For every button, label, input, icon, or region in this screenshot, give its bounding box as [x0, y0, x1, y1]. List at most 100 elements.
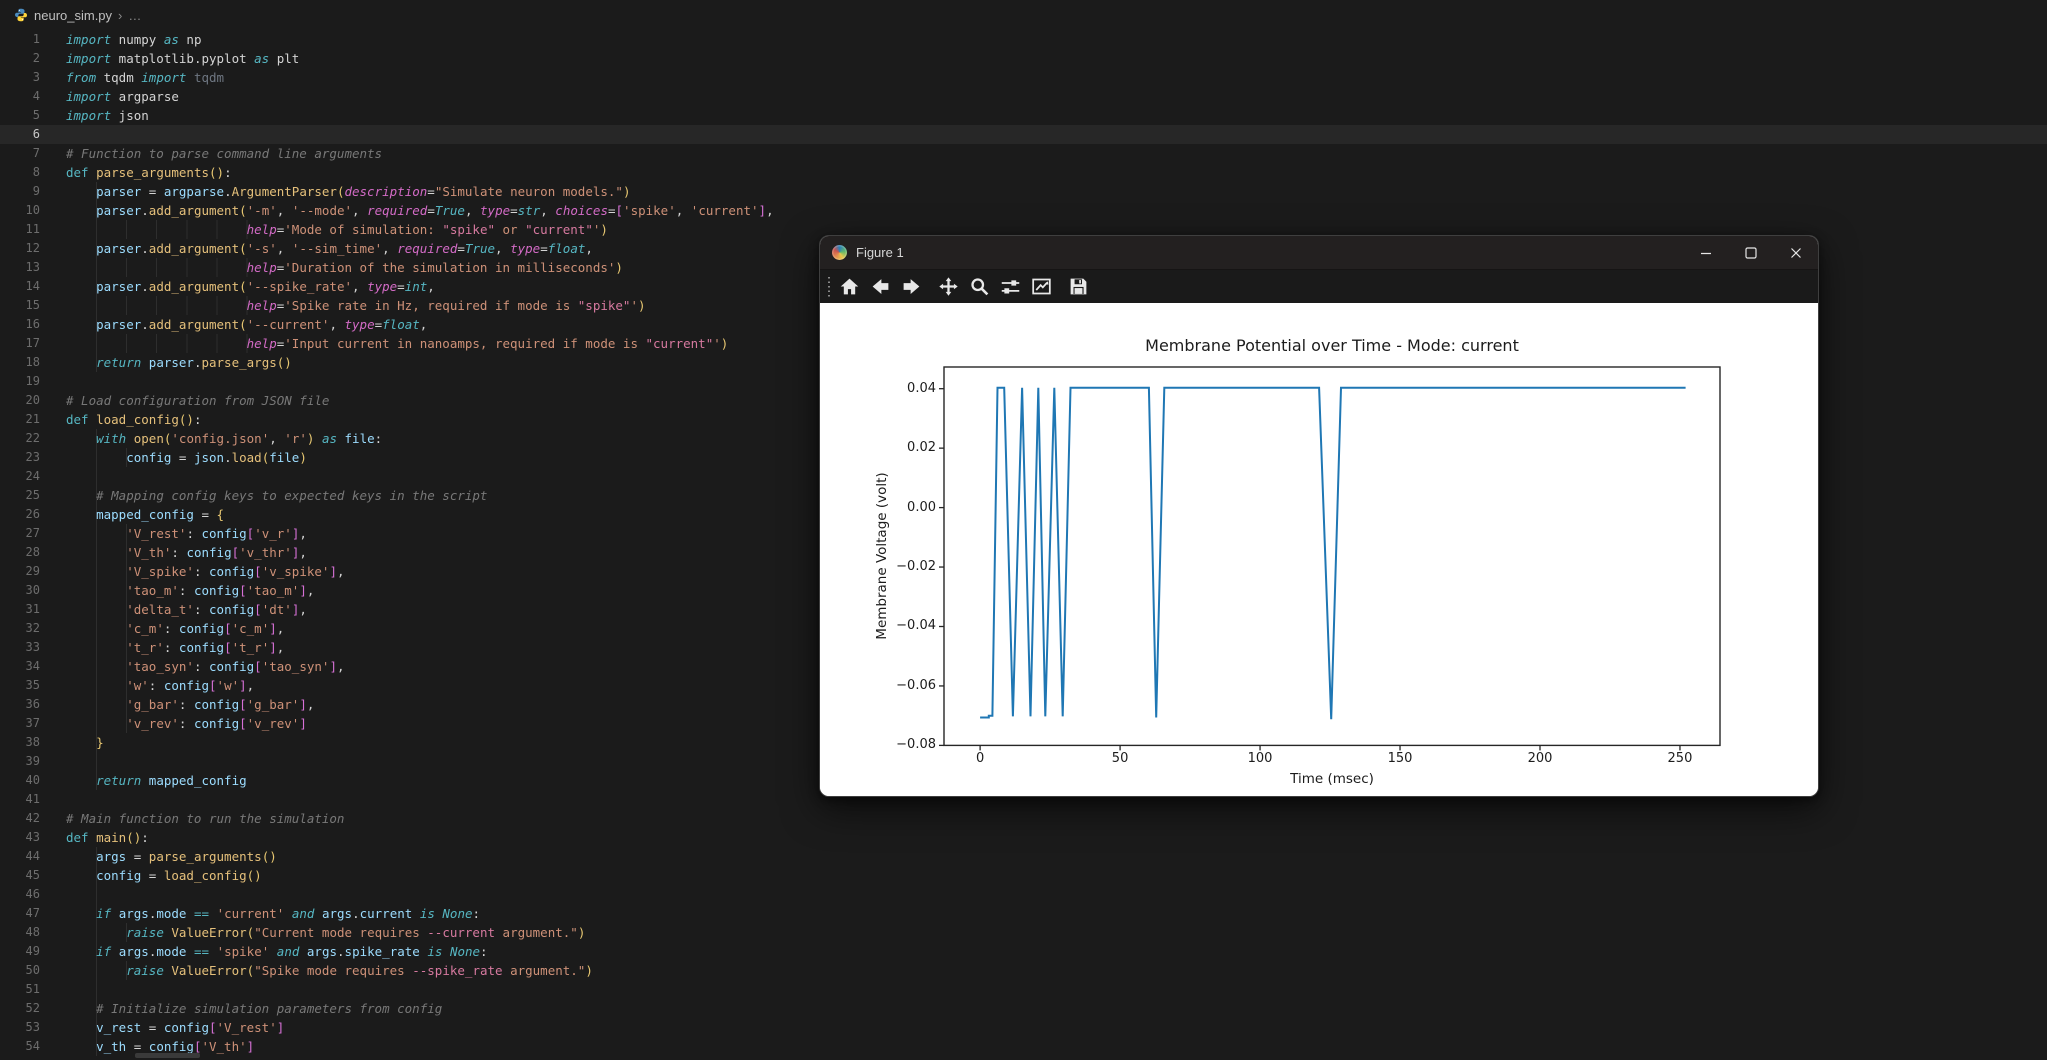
- code-line-text: def main():: [66, 828, 149, 847]
- line-number: 38: [0, 733, 40, 752]
- maximize-button[interactable]: [1728, 236, 1773, 270]
- code-line-text: 'delta_t': config['dt'],: [66, 600, 307, 619]
- x-tick-label: 100: [1248, 751, 1273, 766]
- figure-titlebar[interactable]: Figure 1: [820, 236, 1818, 270]
- configure-subplots-button[interactable]: [997, 273, 1024, 300]
- y-tick-label: −0.08: [860, 737, 936, 752]
- code-line[interactable]: 50 raise ValueError("Spike mode requires…: [0, 961, 2047, 980]
- code-line-text: parser.add_argument('--current', type=fl…: [66, 315, 427, 334]
- y-tick-label: 0.04: [860, 381, 936, 396]
- indent-guide: [96, 752, 98, 771]
- x-axis-label: Time (msec): [944, 771, 1720, 787]
- sliders-icon: [1000, 276, 1021, 297]
- code-line-text: 'c_m': config['c_m'],: [66, 619, 284, 638]
- breadcrumb[interactable]: neuro_sim.py › …: [0, 0, 2047, 30]
- code-line-text: # Load configuration from JSON file: [66, 391, 329, 410]
- figure-window-title: Figure 1: [856, 245, 904, 260]
- code-line[interactable]: 53 v_rest = config['V_rest']: [0, 1018, 2047, 1037]
- code-line[interactable]: 54 v_th = config['V_th']: [0, 1037, 2047, 1056]
- save-button[interactable]: [1065, 273, 1092, 300]
- forward-button[interactable]: [898, 273, 925, 300]
- code-line-text: # Function to parse command line argumen…: [66, 144, 382, 163]
- line-number: 48: [0, 923, 40, 942]
- code-line[interactable]: 44 args = parse_arguments(): [0, 847, 2047, 866]
- line-number: 46: [0, 885, 40, 904]
- line-number: 43: [0, 828, 40, 847]
- code-line-text: 'V_spike': config['v_spike'],: [66, 562, 345, 581]
- y-tick-label: 0.02: [860, 440, 936, 455]
- code-line[interactable]: 4import argparse: [0, 87, 2047, 106]
- code-line[interactable]: 52 # Initialize simulation parameters fr…: [0, 999, 2047, 1018]
- home-icon: [839, 276, 860, 297]
- code-line-text: from tqdm import tqdm: [66, 68, 224, 87]
- horizontal-scrollbar-thumb[interactable]: [135, 1053, 200, 1058]
- code-line-text: # Main function to run the simulation: [66, 809, 344, 828]
- code-line-text: if args.mode == 'spike' and args.spike_r…: [66, 942, 488, 961]
- x-tick-label: 50: [1112, 751, 1129, 766]
- line-number: 20: [0, 391, 40, 410]
- y-tick-label: 0.00: [860, 500, 936, 515]
- line-number: 51: [0, 980, 40, 999]
- line-number: 13: [0, 258, 40, 277]
- code-line-text: raise ValueError("Spike mode requires --…: [66, 961, 593, 980]
- code-line[interactable]: 42 # Main function to run the simulation: [0, 809, 2047, 828]
- line-number: 17: [0, 334, 40, 353]
- breadcrumb-ellipsis[interactable]: …: [128, 8, 141, 23]
- line-number: 50: [0, 961, 40, 980]
- code-line[interactable]: 48 raise ValueError("Current mode requir…: [0, 923, 2047, 942]
- line-number: 28: [0, 543, 40, 562]
- code-line-text: 'tao_m': config['tao_m'],: [66, 581, 314, 600]
- code-line-text: import matplotlib.pyplot as plt: [66, 49, 299, 68]
- line-number: 27: [0, 524, 40, 543]
- line-number: 7: [0, 144, 40, 163]
- close-button[interactable]: [1773, 236, 1818, 270]
- line-number: 25: [0, 486, 40, 505]
- back-button[interactable]: [867, 273, 894, 300]
- code-line[interactable]: 5import json: [0, 106, 2047, 125]
- breadcrumb-filename[interactable]: neuro_sim.py: [34, 8, 112, 23]
- code-line-text: config = json.load(file): [66, 448, 307, 467]
- close-icon: [1790, 247, 1802, 259]
- code-line[interactable]: 45 config = load_config(): [0, 866, 2047, 885]
- code-line[interactable]: 49 if args.mode == 'spike' and args.spik…: [0, 942, 2047, 961]
- line-number: 15: [0, 296, 40, 315]
- line-number: 30: [0, 581, 40, 600]
- code-line[interactable]: 46: [0, 885, 2047, 904]
- python-file-icon: [14, 8, 28, 22]
- code-line[interactable]: 6: [0, 125, 2047, 144]
- line-number: 44: [0, 847, 40, 866]
- zoom-button[interactable]: [966, 273, 993, 300]
- code-line[interactable]: 51: [0, 980, 2047, 999]
- code-line[interactable]: 8def parse_arguments():: [0, 163, 2047, 182]
- line-number: 33: [0, 638, 40, 657]
- pan-button[interactable]: [935, 273, 962, 300]
- code-line[interactable]: 10 parser.add_argument('-m', '--mode', r…: [0, 201, 2047, 220]
- code-line[interactable]: 43 def main():: [0, 828, 2047, 847]
- edit-axes-button[interactable]: [1028, 273, 1055, 300]
- code-line[interactable]: 1import numpy as np: [0, 30, 2047, 49]
- code-line-text: # Mapping config keys to expected keys i…: [66, 486, 487, 505]
- toolbar-drag-handle[interactable]: [828, 277, 830, 297]
- code-line[interactable]: 9 parser = argparse.ArgumentParser(descr…: [0, 182, 2047, 201]
- code-line-text: parser.add_argument('-s', '--sim_time', …: [66, 239, 593, 258]
- code-line-text: 'v_rev': config['v_rev']: [66, 714, 307, 733]
- line-number: 36: [0, 695, 40, 714]
- code-line-text: def load_config():: [66, 410, 202, 429]
- code-line[interactable]: 7 # Function to parse command line argume…: [0, 144, 2047, 163]
- x-tick-label: 250: [1668, 751, 1693, 766]
- line-number: 42: [0, 809, 40, 828]
- code-line-text: help='Spike rate in Hz, required if mode…: [66, 296, 646, 315]
- maximize-icon: [1745, 247, 1757, 259]
- code-line[interactable]: 2import matplotlib.pyplot as plt: [0, 49, 2047, 68]
- code-line[interactable]: 3from tqdm import tqdm: [0, 68, 2047, 87]
- line-number: 54: [0, 1037, 40, 1056]
- line-number: 16: [0, 315, 40, 334]
- figure-toolbar: [820, 270, 1818, 303]
- home-button[interactable]: [836, 273, 863, 300]
- line-number: 32: [0, 619, 40, 638]
- code-line[interactable]: 47 if args.mode == 'current' and args.cu…: [0, 904, 2047, 923]
- line-number: 47: [0, 904, 40, 923]
- line-number: 45: [0, 866, 40, 885]
- minimize-button[interactable]: [1683, 236, 1728, 270]
- code-line-text: return parser.parse_args(): [66, 353, 292, 372]
